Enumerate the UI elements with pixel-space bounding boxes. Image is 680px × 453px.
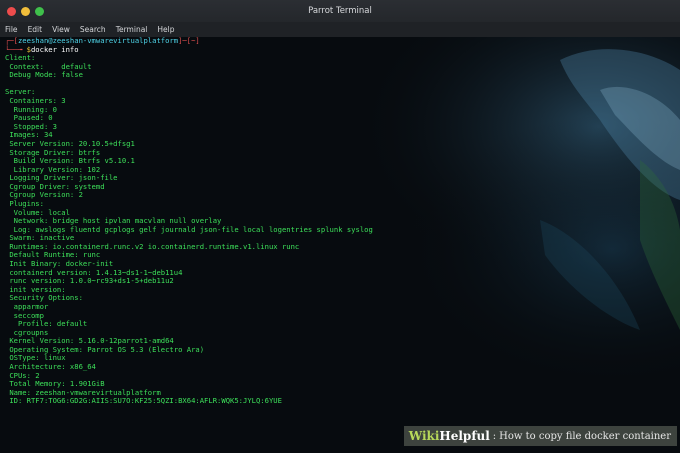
output-line: Debug Mode: false (5, 70, 83, 80)
output-line: init version: (5, 284, 66, 294)
terminal-window: Parrot Terminal File Edit View Search Te… (0, 0, 680, 453)
watermark-separator: : (492, 430, 497, 442)
output-line: Running: 0 (5, 104, 57, 114)
command-text: docker info (30, 44, 79, 54)
watermark-helpful: Helpful (439, 429, 490, 443)
maximize-button[interactable] (35, 6, 44, 16)
watermark-caption: How to copy file docker container (499, 430, 671, 442)
minimize-button[interactable] (21, 6, 30, 16)
output-line: Server: (5, 87, 36, 97)
output-line: Containers: 3 (5, 96, 66, 106)
menu-terminal[interactable]: Terminal (111, 25, 153, 34)
output-line: Build Version: Btrfs v5.10.1 (5, 156, 135, 166)
prompt-close: ]─[~] (178, 37, 200, 45)
output-line: Server Version: 20.10.5+dfsg1 (5, 138, 135, 148)
output-line: Plugins: (5, 198, 44, 208)
menu-search[interactable]: Search (75, 25, 111, 34)
output-line: Security Options: (5, 293, 83, 303)
close-button[interactable] (7, 6, 16, 16)
output-line: Paused: 0 (5, 113, 53, 123)
menu-help[interactable]: Help (152, 25, 179, 34)
window-title: Parrot Terminal (308, 6, 372, 16)
output-line: Runtimes: io.containerd.runc.v2 io.conta… (5, 241, 300, 251)
output-line: OSType: linux (5, 353, 66, 363)
output-line: runc version: 1.0.0~rc93+ds1-5+deb11u2 (5, 276, 174, 286)
command-output: Client: Context: default Debug Mode: fal… (5, 54, 680, 406)
output-line: Log: awslogs fluentd gcplogs gelf journa… (5, 224, 373, 234)
window-controls (7, 6, 44, 16)
output-line: Context: default (5, 61, 92, 71)
watermark-wiki: Wiki (408, 429, 440, 443)
output-line: Client: (5, 53, 36, 63)
output-line: Profile: default (5, 319, 88, 329)
output-line: ID: RTF7:TOG6:GD2G:AIIS:SU7O:KF25:5QZI:B… (5, 396, 282, 406)
terminal-output-area[interactable]: ┌─[zeeshan@zeeshan-vmwarevirtualplatform… (0, 37, 680, 453)
menu-bar: File Edit View Search Terminal Help (0, 22, 680, 37)
wikihelpful-watermark: Wiki Helpful : How to copy file docker c… (403, 426, 677, 446)
menu-file[interactable]: File (0, 25, 23, 34)
output-line: Stopped: 3 (5, 121, 57, 131)
output-line: Logging Driver: json-file (5, 173, 118, 183)
output-line: CPUs: 2 (5, 370, 40, 380)
output-line: Cgroup Version: 2 (5, 190, 83, 200)
output-line: Architecture: x86_64 (5, 361, 96, 371)
output-line: apparmor (5, 301, 49, 311)
output-line: Cgroup Driver: systemd (5, 181, 105, 191)
menu-edit[interactable]: Edit (23, 25, 48, 34)
output-line: seccomp (5, 310, 44, 320)
menu-view[interactable]: View (47, 25, 75, 34)
title-bar[interactable]: Parrot Terminal (0, 0, 680, 22)
output-line: Operating System: Parrot OS 5.3 (Electro… (5, 344, 205, 354)
